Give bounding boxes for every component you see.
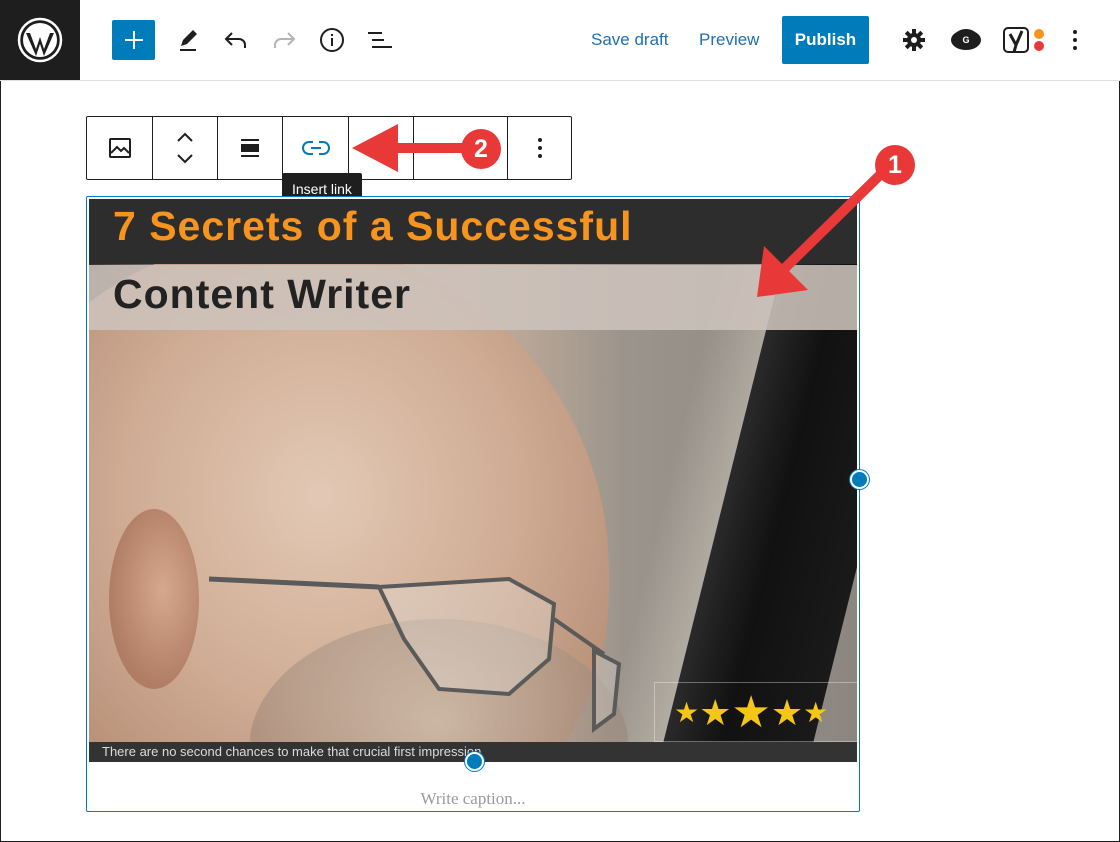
annotation-badge-2: 2 xyxy=(461,129,501,169)
annotation-arrow-1 xyxy=(757,171,884,297)
annotation-arrows xyxy=(352,124,884,297)
annotation-arrow-2 xyxy=(352,124,468,172)
annotation-badge-1: 1 xyxy=(875,145,915,185)
